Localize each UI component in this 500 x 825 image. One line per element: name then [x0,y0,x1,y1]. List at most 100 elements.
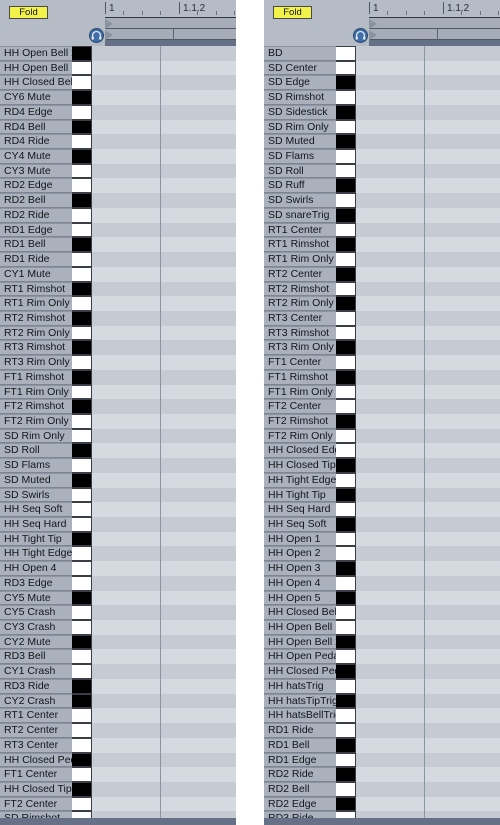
note-row[interactable]: HH Seq Hard [0,517,236,532]
note-name-label[interactable]: SD Rimshot [0,811,72,818]
note-grid-lane[interactable] [92,310,236,326]
note-grid-lane[interactable] [356,428,500,444]
note-grid-lane[interactable] [92,605,236,621]
note-grid-lane[interactable] [356,487,500,503]
note-grid-lane[interactable] [356,605,500,621]
note-grid-lane[interactable] [356,811,500,818]
piano-key-white[interactable] [72,104,92,120]
note-row[interactable]: RD3 Bell [0,649,236,665]
loop-marker-top-icon[interactable] [105,19,113,29]
note-row[interactable]: RT3 Center [0,737,236,753]
note-row[interactable]: FT1 Rimshot [264,369,500,385]
note-grid-lane[interactable] [356,369,500,385]
note-grid-lane[interactable] [92,590,236,606]
loop-marker-bottom-icon[interactable] [105,30,113,40]
note-grid-lane[interactable] [356,561,500,576]
note-grid-lane[interactable] [356,399,500,414]
note-grid-lane[interactable] [356,207,500,223]
note-grid-lane[interactable] [356,104,500,120]
piano-key-black[interactable] [72,678,92,694]
note-row[interactable]: CY2 Crash [0,693,236,709]
note-name-label[interactable]: HH Closed Pedal [264,664,336,679]
piano-key-black[interactable] [72,752,92,768]
note-grid-lane[interactable] [356,384,500,400]
note-grid-lane[interactable] [356,458,500,473]
note-row[interactable]: HH Seq Hard [264,502,500,517]
note-row[interactable]: FT2 Center [0,796,236,812]
piano-key-black[interactable] [336,413,356,429]
note-row[interactable]: FT2 Center [264,399,500,414]
note-grid-lane[interactable] [356,693,500,709]
piano-key-black[interactable] [336,796,356,812]
piano-key-white[interactable] [336,678,356,694]
note-name-label[interactable]: CY1 Crash [0,664,72,679]
piano-key-white[interactable] [72,325,92,341]
note-name-label[interactable]: RD2 Bell [264,781,336,797]
note-row[interactable]: RT1 Rimshot [264,237,500,253]
note-name-label[interactable]: RT3 Rimshot [264,325,336,341]
piano-key-white[interactable] [336,310,356,326]
piano-key-black[interactable] [336,737,356,753]
note-name-label[interactable]: RT2 Rimshot [0,310,72,326]
note-name-label[interactable]: RT1 Rim Only [264,252,336,267]
note-name-label[interactable]: SD Roll [264,163,336,179]
note-row[interactable]: HH Tight Edge [264,472,500,488]
note-row[interactable]: RT3 Rimshot [0,340,236,356]
note-name-label[interactable]: RD4 Bell [0,119,72,135]
note-grid-lane[interactable] [356,281,500,297]
note-row[interactable]: FT1 Center [0,767,236,782]
note-row[interactable]: HH hatsTrig [264,678,500,694]
piano-key-black[interactable] [72,193,92,208]
piano-key-white[interactable] [336,620,356,635]
note-row[interactable]: RD1 Ride [264,723,500,738]
note-name-label[interactable]: RT3 Center [264,310,336,326]
note-row[interactable]: SD Flams [0,458,236,473]
note-name-label[interactable]: FT2 Rimshot [264,413,336,429]
note-row[interactable]: RT2 Rim Only [264,296,500,311]
note-grid-lane[interactable] [356,296,500,311]
note-name-label[interactable]: HH Open 4 [0,561,72,576]
note-name-label[interactable]: RD2 Ride [264,767,336,782]
note-name-label[interactable]: HH Open 4 [264,575,336,591]
note-grid-lane[interactable] [92,472,236,488]
note-row[interactable]: HH Closed Bell [0,75,236,91]
note-row[interactable]: HH Closed Tip [264,458,500,473]
note-row[interactable]: SD Rimshot [264,90,500,105]
piano-key-black[interactable] [336,296,356,311]
note-grid-lane[interactable] [356,796,500,812]
note-grid-lane[interactable] [92,90,236,105]
note-grid-lane[interactable] [356,266,500,282]
note-name-label[interactable]: RT3 Center [0,737,72,753]
piano-key-white[interactable] [336,605,356,621]
note-row[interactable]: HH Closed Pedal [0,752,236,768]
note-row[interactable]: BD [264,46,500,61]
note-name-label[interactable]: RD3 Bell [0,649,72,665]
note-grid-lane[interactable] [92,620,236,635]
piano-key-white[interactable] [72,222,92,238]
note-grid-lane[interactable] [92,693,236,709]
note-row[interactable]: HH Open Bell 2 [0,46,236,61]
note-name-label[interactable]: RT3 Rim Only [0,355,72,370]
piano-key-white[interactable] [72,458,92,473]
piano-key-white[interactable] [336,546,356,562]
piano-key-white[interactable] [72,620,92,635]
note-grid-lane[interactable] [356,649,500,665]
note-row[interactable]: FT2 Rim Only [0,413,236,429]
clip-lane-bottom[interactable] [369,29,500,40]
note-row[interactable]: SD snareTrig [264,207,500,223]
piano-key-white[interactable] [72,546,92,562]
note-name-label[interactable]: HH Closed Tip [0,781,72,797]
note-name-label[interactable]: FT1 Rimshot [0,369,72,385]
note-grid-lane[interactable] [92,369,236,385]
piano-key-black[interactable] [72,310,92,326]
note-row[interactable]: CY1 Crash [0,664,236,679]
piano-key-black[interactable] [72,90,92,105]
piano-key-white[interactable] [336,781,356,797]
note-name-label[interactable]: SD Sidestick [264,104,336,120]
piano-key-black[interactable] [336,104,356,120]
note-grid-lane[interactable] [92,737,236,753]
piano-key-white[interactable] [72,517,92,532]
fold-button[interactable]: Fold [273,6,312,19]
piano-key-black[interactable] [72,46,92,61]
note-name-label[interactable]: RT1 Center [0,708,72,724]
